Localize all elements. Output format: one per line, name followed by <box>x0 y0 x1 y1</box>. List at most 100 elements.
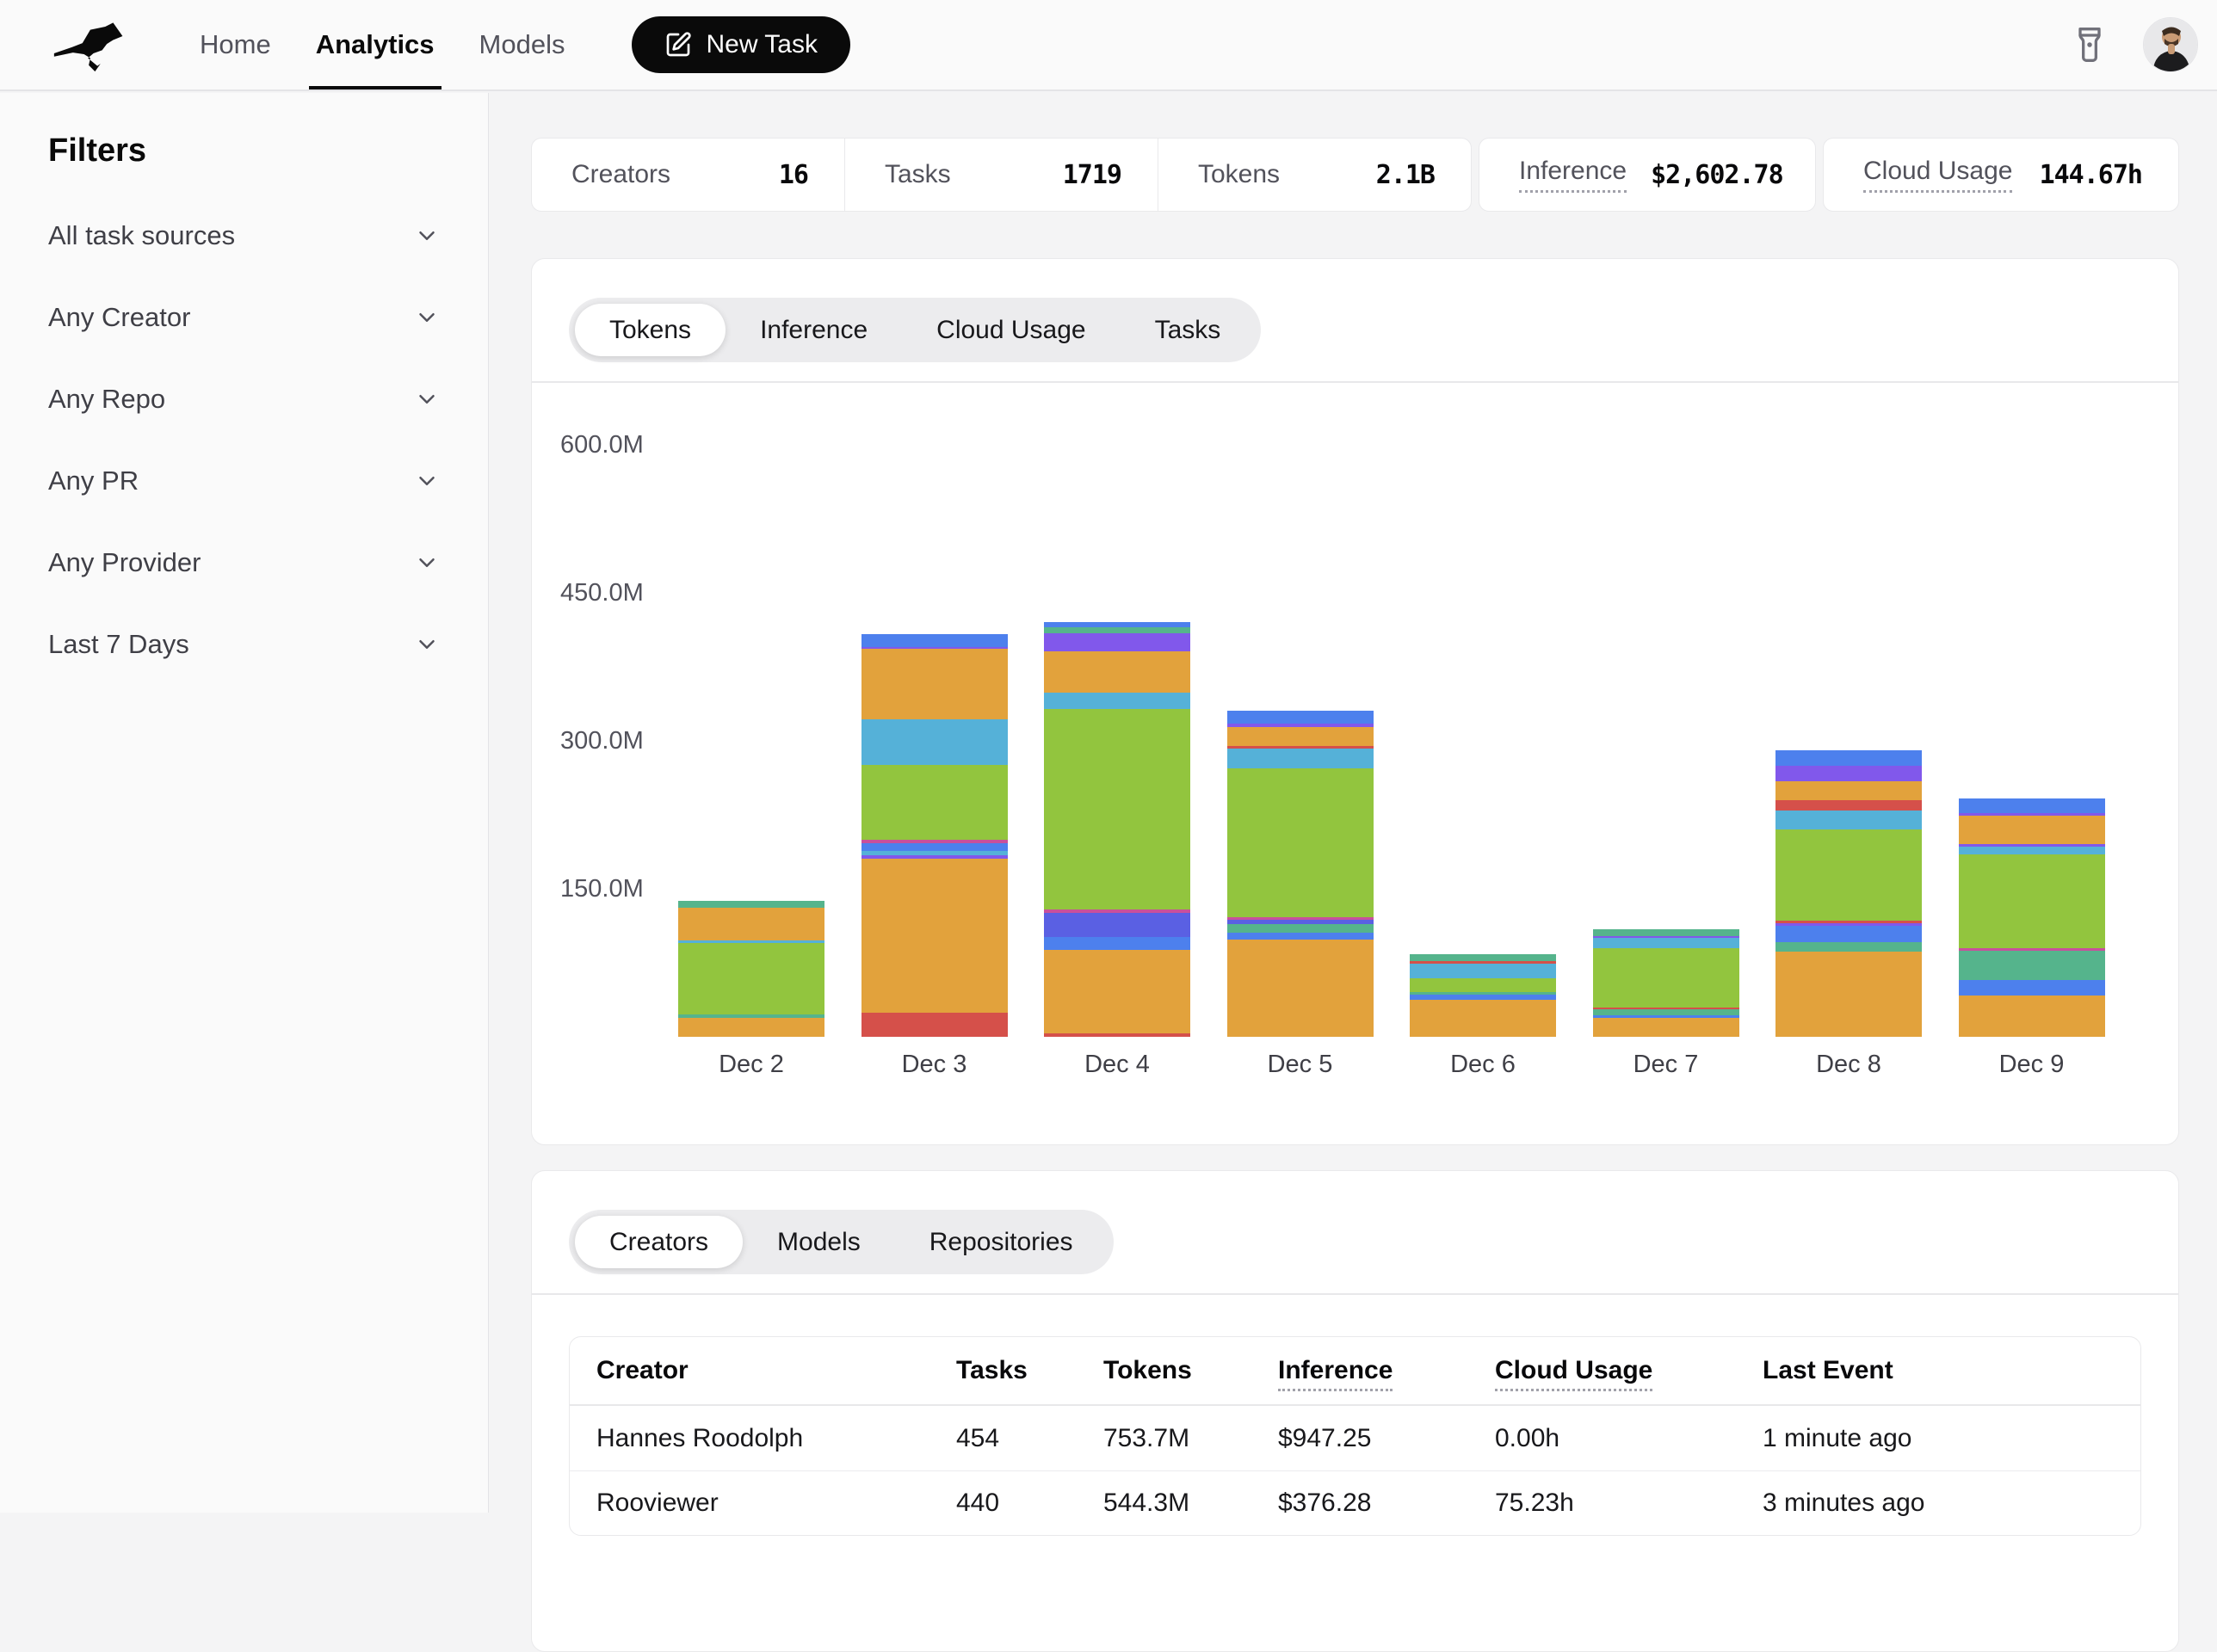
stats-card: Cloud Usage144.67h <box>1823 138 2179 212</box>
column-header-tasks: Tasks <box>956 1356 1103 1385</box>
stats-card: Inference$2,602.78 <box>1479 138 1816 212</box>
x-axis-label: Dec 5 <box>1227 1051 1374 1079</box>
chevron-down-icon <box>414 550 440 576</box>
stacked-bar-dec-2[interactable] <box>678 901 824 1037</box>
bar-segment-blue <box>1959 980 2105 996</box>
bar-segment-teal <box>1775 942 1922 952</box>
bar-segment-sky <box>1593 938 1739 947</box>
stacked-bar-dec-9[interactable] <box>1959 798 2105 1037</box>
stacked-bar-dec-4[interactable] <box>1044 622 1190 1037</box>
bar-segment-blue <box>1775 750 1922 766</box>
nav-right-cluster <box>2066 17 2202 72</box>
table-cell: 454 <box>956 1424 1103 1453</box>
bar-segment-red <box>1044 1033 1190 1037</box>
chart-tab-cloud-usage[interactable]: Cloud Usage <box>902 304 1120 356</box>
chevron-down-icon <box>414 386 440 412</box>
table-cell: $376.28 <box>1278 1489 1495 1518</box>
nav-item-home[interactable]: Home <box>177 0 293 89</box>
chevron-down-icon <box>414 468 440 494</box>
creators-table: CreatorTasksTokensInferenceCloud UsageLa… <box>569 1336 2141 1536</box>
bar-segment-blue <box>1775 926 1922 942</box>
column-header-label: Creator <box>596 1356 689 1384</box>
bar-segment-indigo <box>1044 913 1190 937</box>
table-row[interactable]: Rooviewer440544.3M$376.2875.23h3 minutes… <box>570 1470 2140 1535</box>
filter-label: All task sources <box>48 220 235 251</box>
filter-dropdown-any-repo[interactable]: Any Repo <box>48 376 440 422</box>
table-tab-creators[interactable]: Creators <box>575 1216 743 1268</box>
filters-sidebar: Filters All task sourcesAny CreatorAny R… <box>0 93 489 1513</box>
bar-segment-green <box>861 765 1008 840</box>
table-tab-models[interactable]: Models <box>743 1216 895 1268</box>
table-row[interactable]: Hannes Roodolph454753.7M$947.250.00h1 mi… <box>570 1406 2140 1470</box>
column-header-inference[interactable]: Inference <box>1278 1356 1495 1385</box>
chevron-down-icon <box>414 223 440 249</box>
x-axis-label: Dec 9 <box>1959 1051 2105 1079</box>
bar-segment-blue <box>861 634 1008 647</box>
table-cell: $947.25 <box>1278 1424 1495 1453</box>
nav-item-analytics[interactable]: Analytics <box>293 0 457 89</box>
stacked-bar-dec-5[interactable] <box>1227 711 1374 1037</box>
table-body: Hannes Roodolph454753.7M$947.250.00h1 mi… <box>570 1406 2140 1535</box>
stat-label: Creators <box>571 160 670 189</box>
bar-segment-purple <box>1044 633 1190 652</box>
bar-segment-sky <box>1410 964 1556 978</box>
nav-item-models[interactable]: Models <box>457 0 588 89</box>
bar-segment-blue <box>1227 933 1374 940</box>
stacked-bar-dec-8[interactable] <box>1775 750 1922 1037</box>
table-cell: 1 minute ago <box>1763 1424 2140 1453</box>
bar-segment-orange <box>678 1018 824 1037</box>
bar-segment-orange <box>678 908 824 940</box>
column-header-creator: Creator <box>570 1356 956 1385</box>
stacked-bar-dec-6[interactable] <box>1410 954 1556 1037</box>
x-axis-label: Dec 3 <box>861 1051 1008 1079</box>
flashlight-icon[interactable] <box>2066 21 2114 69</box>
user-avatar[interactable] <box>2143 17 2198 72</box>
bar-segment-blue <box>1959 798 2105 813</box>
table-header-row: CreatorTasksTokensInferenceCloud UsageLa… <box>570 1337 2140 1406</box>
bar-segment-orange <box>861 859 1008 1013</box>
tokens-stacked-bar-chart: 150.0M300.0M450.0M600.0MDec 2Dec 3Dec 4D… <box>532 383 2178 1143</box>
bar-segment-red <box>1775 800 1922 811</box>
table-cell: 3 minutes ago <box>1763 1489 2140 1518</box>
top-nav: HomeAnalyticsModels New Task <box>0 0 2217 91</box>
filter-dropdown-any-pr[interactable]: Any PR <box>48 458 440 504</box>
x-axis-label: Dec 2 <box>678 1051 824 1079</box>
bar-segment-teal <box>1593 929 1739 936</box>
bar-segment-green <box>1959 854 2105 949</box>
bar-segment-red <box>861 1013 1008 1037</box>
filter-dropdown-any-creator[interactable]: Any Creator <box>48 294 440 341</box>
new-task-button[interactable]: New Task <box>632 16 850 73</box>
y-axis-tick: 300.0M <box>560 726 672 755</box>
table-cell: 440 <box>956 1489 1103 1518</box>
filter-dropdown-last-7-days[interactable]: Last 7 Days <box>48 621 440 668</box>
stats-card: Creators16Tasks1719Tokens2.1B <box>531 138 1472 212</box>
chart-tab-tasks[interactable]: Tasks <box>1121 304 1256 356</box>
bar-segment-green <box>1410 978 1556 992</box>
usage-chart-card: TokensInferenceCloud UsageTasks 150.0M 30… <box>531 258 2179 1145</box>
kangaroo-logo[interactable] <box>50 17 129 72</box>
stat-label[interactable]: Inference <box>1519 157 1627 193</box>
stacked-bar-dec-3[interactable] <box>861 634 1008 1037</box>
stat-label: Tokens <box>1198 160 1280 189</box>
column-header-label: Tokens <box>1103 1356 1192 1384</box>
table-cell: 0.00h <box>1495 1424 1763 1453</box>
filter-label: Last 7 Days <box>48 629 189 660</box>
y-axis-tick: 150.0M <box>560 874 672 903</box>
filter-dropdown-all-task-sources[interactable]: All task sources <box>48 213 440 259</box>
bar-segment-orange <box>1227 940 1374 1037</box>
table-cell: 753.7M <box>1103 1424 1278 1453</box>
bar-segment-sky <box>1044 693 1190 708</box>
bar-segment-green <box>1227 768 1374 917</box>
x-axis-label: Dec 7 <box>1593 1051 1739 1079</box>
filter-label: Any PR <box>48 465 139 496</box>
filter-dropdown-any-provider[interactable]: Any Provider <box>48 539 440 586</box>
column-header-cloud-usage[interactable]: Cloud Usage <box>1495 1356 1763 1385</box>
new-task-label: New Task <box>706 30 818 59</box>
edit-icon <box>664 31 692 59</box>
y-axis-tick: 450.0M <box>560 578 672 607</box>
chart-tab-tokens[interactable]: Tokens <box>575 304 726 356</box>
stacked-bar-dec-7[interactable] <box>1593 929 1739 1038</box>
stat-label[interactable]: Cloud Usage <box>1863 157 2012 193</box>
table-tab-repositories[interactable]: Repositories <box>895 1216 1108 1268</box>
chart-tab-inference[interactable]: Inference <box>726 304 902 356</box>
